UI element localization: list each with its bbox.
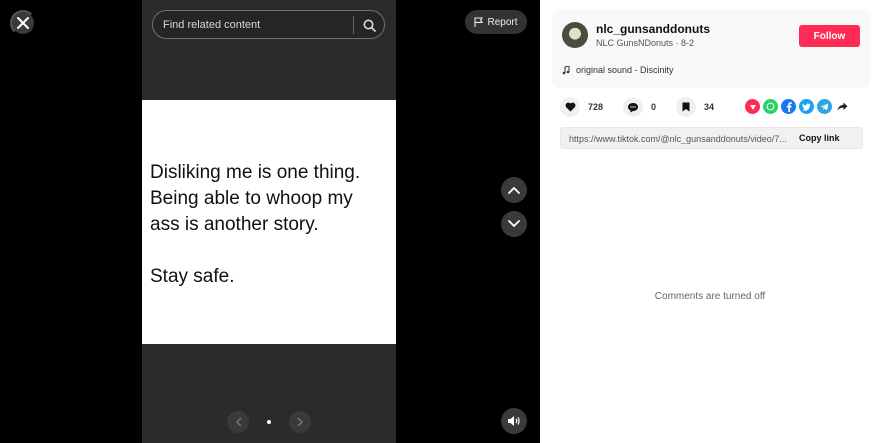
bookmark-icon [682, 102, 690, 112]
search-icon [363, 19, 376, 32]
comments-status: Comments are turned off [654, 291, 766, 302]
like-button[interactable]: 728 [560, 97, 603, 117]
follow-button[interactable]: Follow [799, 25, 860, 47]
search-bar [152, 10, 385, 39]
comment-button[interactable]: 0 [623, 97, 656, 117]
report-label: Report [487, 16, 518, 28]
repost-icon[interactable] [745, 99, 760, 114]
chevron-down-icon [508, 220, 520, 228]
facebook-icon[interactable] [781, 99, 796, 114]
share-arrow-icon[interactable] [835, 99, 850, 114]
music-link[interactable]: original sound - Discinity [562, 65, 674, 75]
music-label: original sound - Discinity [576, 65, 674, 75]
close-icon [17, 17, 29, 29]
video-link[interactable]: https://www.tiktok.com/@nlc_gunsanddonut… [569, 134, 799, 144]
author-subline: NLC GunsNDonuts · 8-2 [596, 38, 695, 48]
music-note-icon [562, 65, 570, 74]
copy-link-button[interactable]: Copy link [799, 133, 840, 143]
chevron-left-icon [235, 417, 241, 427]
next-image-button[interactable] [289, 411, 311, 433]
post-text: Disliking me is one thing. Being able to… [150, 162, 361, 287]
share-row [745, 99, 850, 114]
image-pager [227, 411, 311, 433]
close-button[interactable] [10, 10, 36, 36]
comment-icon [628, 102, 639, 112]
previous-image-button[interactable] [227, 411, 249, 433]
volume-icon [508, 416, 520, 426]
avatar[interactable] [562, 22, 588, 48]
next-video-button[interactable] [501, 211, 527, 237]
telegram-icon[interactable] [817, 99, 832, 114]
report-button[interactable]: Report [465, 10, 527, 34]
volume-button[interactable] [501, 408, 527, 434]
author-card: nlc_gunsanddonuts NLC GunsNDonuts · 8-2 … [552, 10, 870, 88]
author-username[interactable]: nlc_gunsanddonuts [596, 22, 710, 36]
search-button[interactable] [359, 15, 379, 35]
save-button[interactable]: 34 [676, 97, 714, 117]
twitter-icon[interactable] [799, 99, 814, 114]
chevron-right-icon [297, 417, 303, 427]
details-panel: nlc_gunsanddonuts NLC GunsNDonuts · 8-2 … [540, 0, 880, 443]
search-divider [353, 16, 354, 34]
flag-icon [474, 17, 484, 27]
whatsapp-icon[interactable] [763, 99, 778, 114]
like-count: 728 [588, 102, 604, 112]
comment-count: 0 [651, 102, 657, 112]
save-count: 34 [704, 102, 715, 112]
heart-icon [565, 102, 575, 112]
chevron-up-icon [508, 186, 520, 194]
previous-video-button[interactable] [501, 177, 527, 203]
link-box: https://www.tiktok.com/@nlc_gunsanddonut… [560, 127, 863, 149]
post-image: Disliking me is one thing. Being able to… [142, 100, 396, 344]
pager-dot [267, 420, 271, 424]
search-input[interactable] [163, 16, 353, 34]
engagement-bar: 728 0 34 [560, 96, 734, 118]
